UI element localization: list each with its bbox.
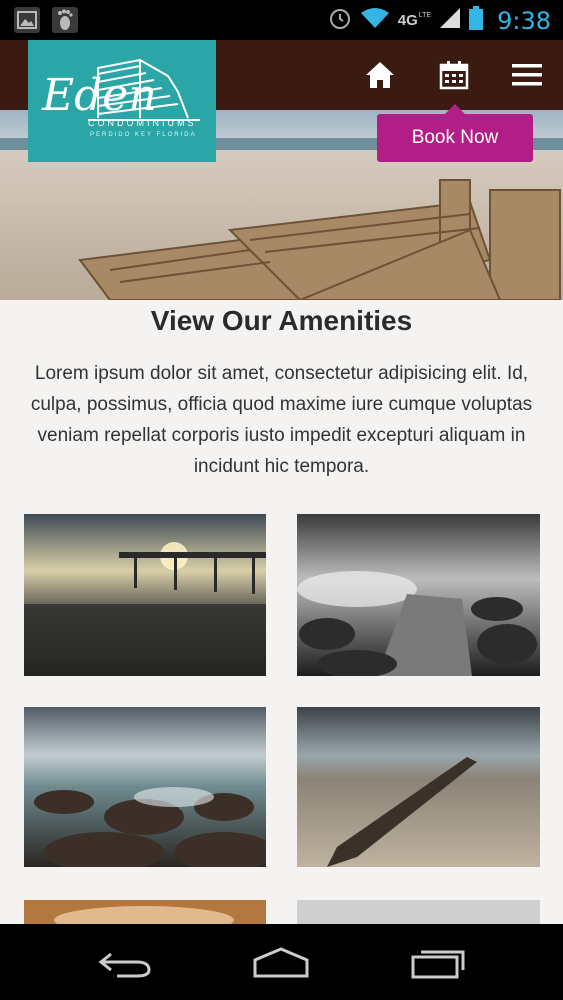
android-navigation-bar: [0, 924, 563, 1000]
logo-tagline: PERDIDO KEY FLORIDA: [90, 132, 197, 138]
network-indicator: 4G LTE: [397, 12, 432, 29]
amenity-photo-rocky-shore[interactable]: [24, 707, 266, 867]
menu-icon[interactable]: [510, 60, 544, 90]
wifi-icon: [360, 7, 390, 34]
battery-icon: [469, 6, 484, 35]
site-logo[interactable]: Eden CONDOMINIUMS PERDIDO KEY FLORIDA: [28, 40, 216, 162]
recent-apps-icon[interactable]: [404, 942, 474, 982]
book-now-button[interactable]: Book Now: [377, 104, 533, 162]
intro-text: Lorem ipsum dolor sit amet, consectetur …: [30, 363, 533, 477]
amenity-photo-driftwood-beach[interactable]: [297, 707, 540, 867]
calendar-icon[interactable]: [437, 60, 471, 90]
status-bar: 4G LTE 9:38: [0, 0, 563, 40]
home-icon[interactable]: [246, 942, 316, 982]
image-icon: [14, 7, 40, 33]
home-icon[interactable]: [363, 60, 397, 90]
alarm-icon: [328, 6, 352, 35]
signal-icon: [439, 7, 461, 34]
amenity-photo-rock-pier[interactable]: [297, 514, 540, 676]
logo-script: Eden: [42, 70, 157, 121]
amenity-photo-pier-sunset[interactable]: [24, 514, 266, 676]
amenity-photo-partial[interactable]: [24, 900, 266, 924]
page-title: View Our Amenities: [150, 305, 413, 336]
clock-time: 9:38: [497, 6, 551, 35]
footprint-icon: [52, 7, 78, 33]
amenity-photo-placeholder[interactable]: [297, 900, 540, 924]
back-icon[interactable]: [90, 942, 160, 982]
logo-name: CONDOMINIUMS: [88, 118, 197, 128]
